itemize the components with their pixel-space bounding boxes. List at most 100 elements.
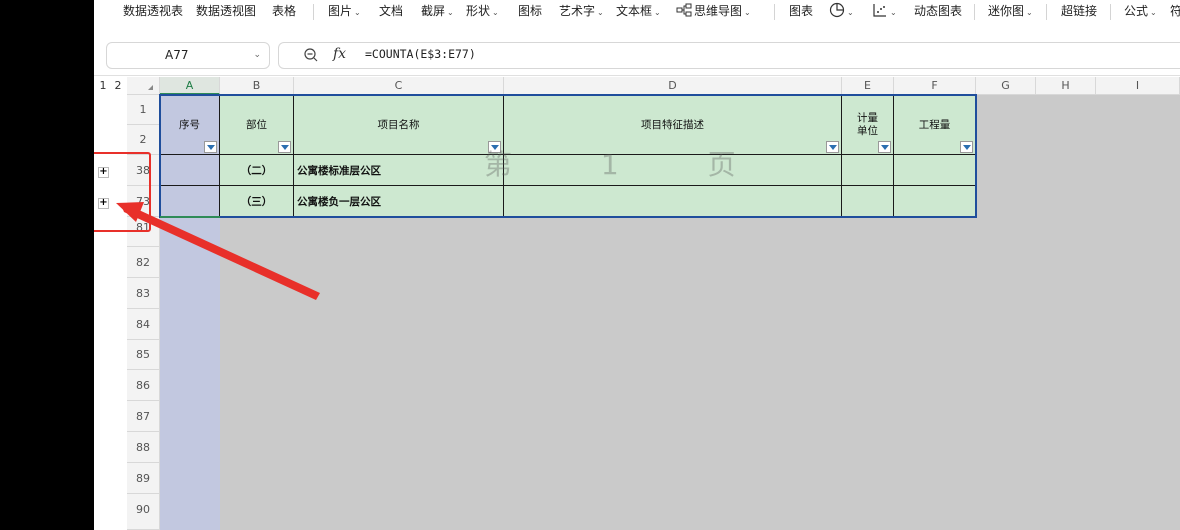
highlight-box bbox=[94, 152, 151, 232]
cell-c73[interactable]: 公寓楼负一层公区 bbox=[294, 186, 504, 217]
column-header-g[interactable]: G bbox=[976, 77, 1036, 95]
filter-dropdown-icon[interactable] bbox=[278, 141, 291, 153]
row-header[interactable]: 82 bbox=[127, 247, 160, 278]
separator bbox=[1046, 4, 1047, 20]
cell-a38[interactable] bbox=[160, 155, 220, 186]
filter-dropdown-icon[interactable] bbox=[960, 141, 973, 153]
textbox-button[interactable]: 文本框 ⌄ bbox=[616, 0, 661, 22]
chart-button[interactable]: 图表 bbox=[789, 0, 813, 22]
label: 动态图表 bbox=[914, 4, 963, 18]
cell-a73[interactable] bbox=[160, 186, 220, 217]
cell-c38[interactable]: 公寓楼标准层公区 bbox=[294, 155, 504, 186]
corner-triangle-icon bbox=[148, 85, 153, 90]
wordart-button[interactable]: 艺术字 ⌄ bbox=[559, 0, 604, 22]
header-cell-item-name[interactable]: 项目名称 bbox=[294, 95, 504, 155]
icon-button[interactable]: 图标 bbox=[518, 0, 542, 22]
row-header[interactable]: 84 bbox=[127, 309, 160, 340]
formula-text[interactable]: =COUNTA(E$3:E77) bbox=[365, 47, 476, 61]
row-header[interactable]: 89 bbox=[127, 463, 160, 494]
filter-dropdown-icon[interactable] bbox=[878, 141, 891, 153]
column-header-e[interactable]: E bbox=[842, 77, 894, 95]
chevron-down-icon: ⌄ bbox=[354, 8, 361, 17]
column-header-c[interactable]: C bbox=[294, 77, 504, 95]
column-header-h[interactable]: H bbox=[1036, 77, 1096, 95]
cell-d73[interactable] bbox=[504, 186, 842, 217]
filter-dropdown-icon[interactable] bbox=[204, 141, 217, 153]
cell-e73[interactable] bbox=[842, 186, 894, 217]
screenshot-button[interactable]: 截屏 ⌄ bbox=[421, 0, 454, 22]
header-label: 项目特征描述 bbox=[641, 119, 704, 131]
label: 图标 bbox=[518, 4, 543, 18]
cell-reference: A77 bbox=[165, 48, 189, 62]
cell-text: （三） bbox=[240, 195, 273, 208]
cell-f73[interactable] bbox=[894, 186, 976, 217]
chevron-down-icon: ⌄ bbox=[447, 8, 454, 17]
label: 超链接 bbox=[1061, 4, 1098, 18]
column-header-a[interactable]: A bbox=[160, 77, 220, 95]
fx-icon[interactable]: fx bbox=[333, 46, 346, 62]
mindmap-button[interactable]: 思维导图 ⌄ bbox=[676, 0, 751, 22]
column-header-i[interactable]: I bbox=[1096, 77, 1180, 95]
picture-button[interactable]: 图片 ⌄ bbox=[328, 0, 361, 22]
document-button[interactable]: 文档 bbox=[379, 0, 403, 22]
separator bbox=[974, 4, 975, 20]
chevron-down-icon: ⌄ bbox=[654, 8, 661, 17]
label: 图片 bbox=[328, 4, 353, 18]
chevron-down-icon: ⌄ bbox=[1026, 8, 1033, 17]
cell-f38[interactable] bbox=[894, 155, 976, 186]
cell-text: 公寓楼标准层公区 bbox=[297, 164, 381, 177]
scatter-chart-button[interactable]: ⌄ bbox=[872, 0, 897, 22]
table-button[interactable]: 表格 bbox=[272, 0, 296, 22]
label: 思维导图 bbox=[694, 4, 743, 18]
chevron-down-icon: ⌄ bbox=[597, 8, 604, 17]
pie-chart-button[interactable]: ⌄ bbox=[829, 0, 854, 22]
row-header[interactable]: 1 bbox=[127, 95, 160, 125]
shape-button[interactable]: 形状 ⌄ bbox=[466, 0, 499, 22]
row-header[interactable]: 87 bbox=[127, 401, 160, 432]
header-label: 项目名称 bbox=[377, 119, 420, 131]
column-header-b[interactable]: B bbox=[220, 77, 294, 95]
pivot-table-button[interactable]: 数据透视表 bbox=[123, 0, 183, 22]
dynamic-chart-button[interactable]: 动态图表 bbox=[914, 0, 962, 22]
pie-chart-icon bbox=[829, 2, 845, 18]
row-header[interactable]: 83 bbox=[127, 278, 160, 309]
column-header-f[interactable]: F bbox=[894, 77, 976, 95]
scatter-chart-icon bbox=[873, 4, 886, 17]
chevron-down-icon[interactable]: ⌄ bbox=[253, 43, 261, 68]
label: 表格 bbox=[272, 4, 297, 18]
row-header[interactable]: 86 bbox=[127, 370, 160, 401]
chevron-down-icon: ⌄ bbox=[847, 8, 854, 17]
cell-e38[interactable] bbox=[842, 155, 894, 186]
mindmap-icon bbox=[676, 3, 692, 17]
row-header[interactable]: 2 bbox=[127, 125, 160, 155]
row-header[interactable]: 90 bbox=[127, 494, 160, 530]
sparkline-button[interactable]: 迷你图 ⌄ bbox=[988, 0, 1033, 22]
formula-input[interactable]: fx =COUNTA(E$3:E77) bbox=[278, 42, 1180, 69]
outline-level-1-button[interactable]: 1 bbox=[96, 77, 110, 95]
separator bbox=[1110, 4, 1111, 20]
cell-text: 公寓楼负一层公区 bbox=[297, 195, 381, 208]
select-all-corner[interactable] bbox=[127, 77, 160, 95]
filter-dropdown-icon[interactable] bbox=[826, 141, 839, 153]
pivot-chart-button[interactable]: 数据透视图 bbox=[196, 0, 256, 22]
cell-b38[interactable]: （二） bbox=[220, 155, 294, 186]
label: 数据透视图 bbox=[196, 4, 257, 18]
hyperlink-button[interactable]: 超链接 bbox=[1061, 0, 1097, 22]
zoom-out-icon[interactable] bbox=[303, 47, 319, 63]
row-header[interactable]: 88 bbox=[127, 432, 160, 463]
header-label: 计量 单位 bbox=[857, 111, 878, 137]
column-header-d[interactable]: D bbox=[504, 77, 842, 95]
chevron-down-icon: ⌄ bbox=[744, 8, 751, 17]
row-header[interactable]: 85 bbox=[127, 340, 160, 370]
name-box[interactable]: A77 ⌄ bbox=[106, 42, 270, 69]
formula-button[interactable]: 公式 ⌄ bbox=[1124, 0, 1157, 22]
cell-b73[interactable]: （三） bbox=[220, 186, 294, 217]
header-label: 序号 bbox=[179, 119, 200, 131]
chevron-down-icon: ⌄ bbox=[890, 8, 897, 17]
label: 迷你图 bbox=[988, 4, 1025, 18]
label: 文本框 bbox=[616, 4, 653, 18]
separator bbox=[313, 4, 314, 20]
symbol-button[interactable]: 符 bbox=[1170, 0, 1180, 22]
insert-ribbon: 数据透视表 数据透视图 表格 图片 ⌄ 文档 截屏 ⌄ 形状 ⌄ 图标 艺术字 ⌄ 文本… bbox=[94, 0, 1180, 36]
outline-level-2-button[interactable]: 2 bbox=[111, 77, 125, 95]
